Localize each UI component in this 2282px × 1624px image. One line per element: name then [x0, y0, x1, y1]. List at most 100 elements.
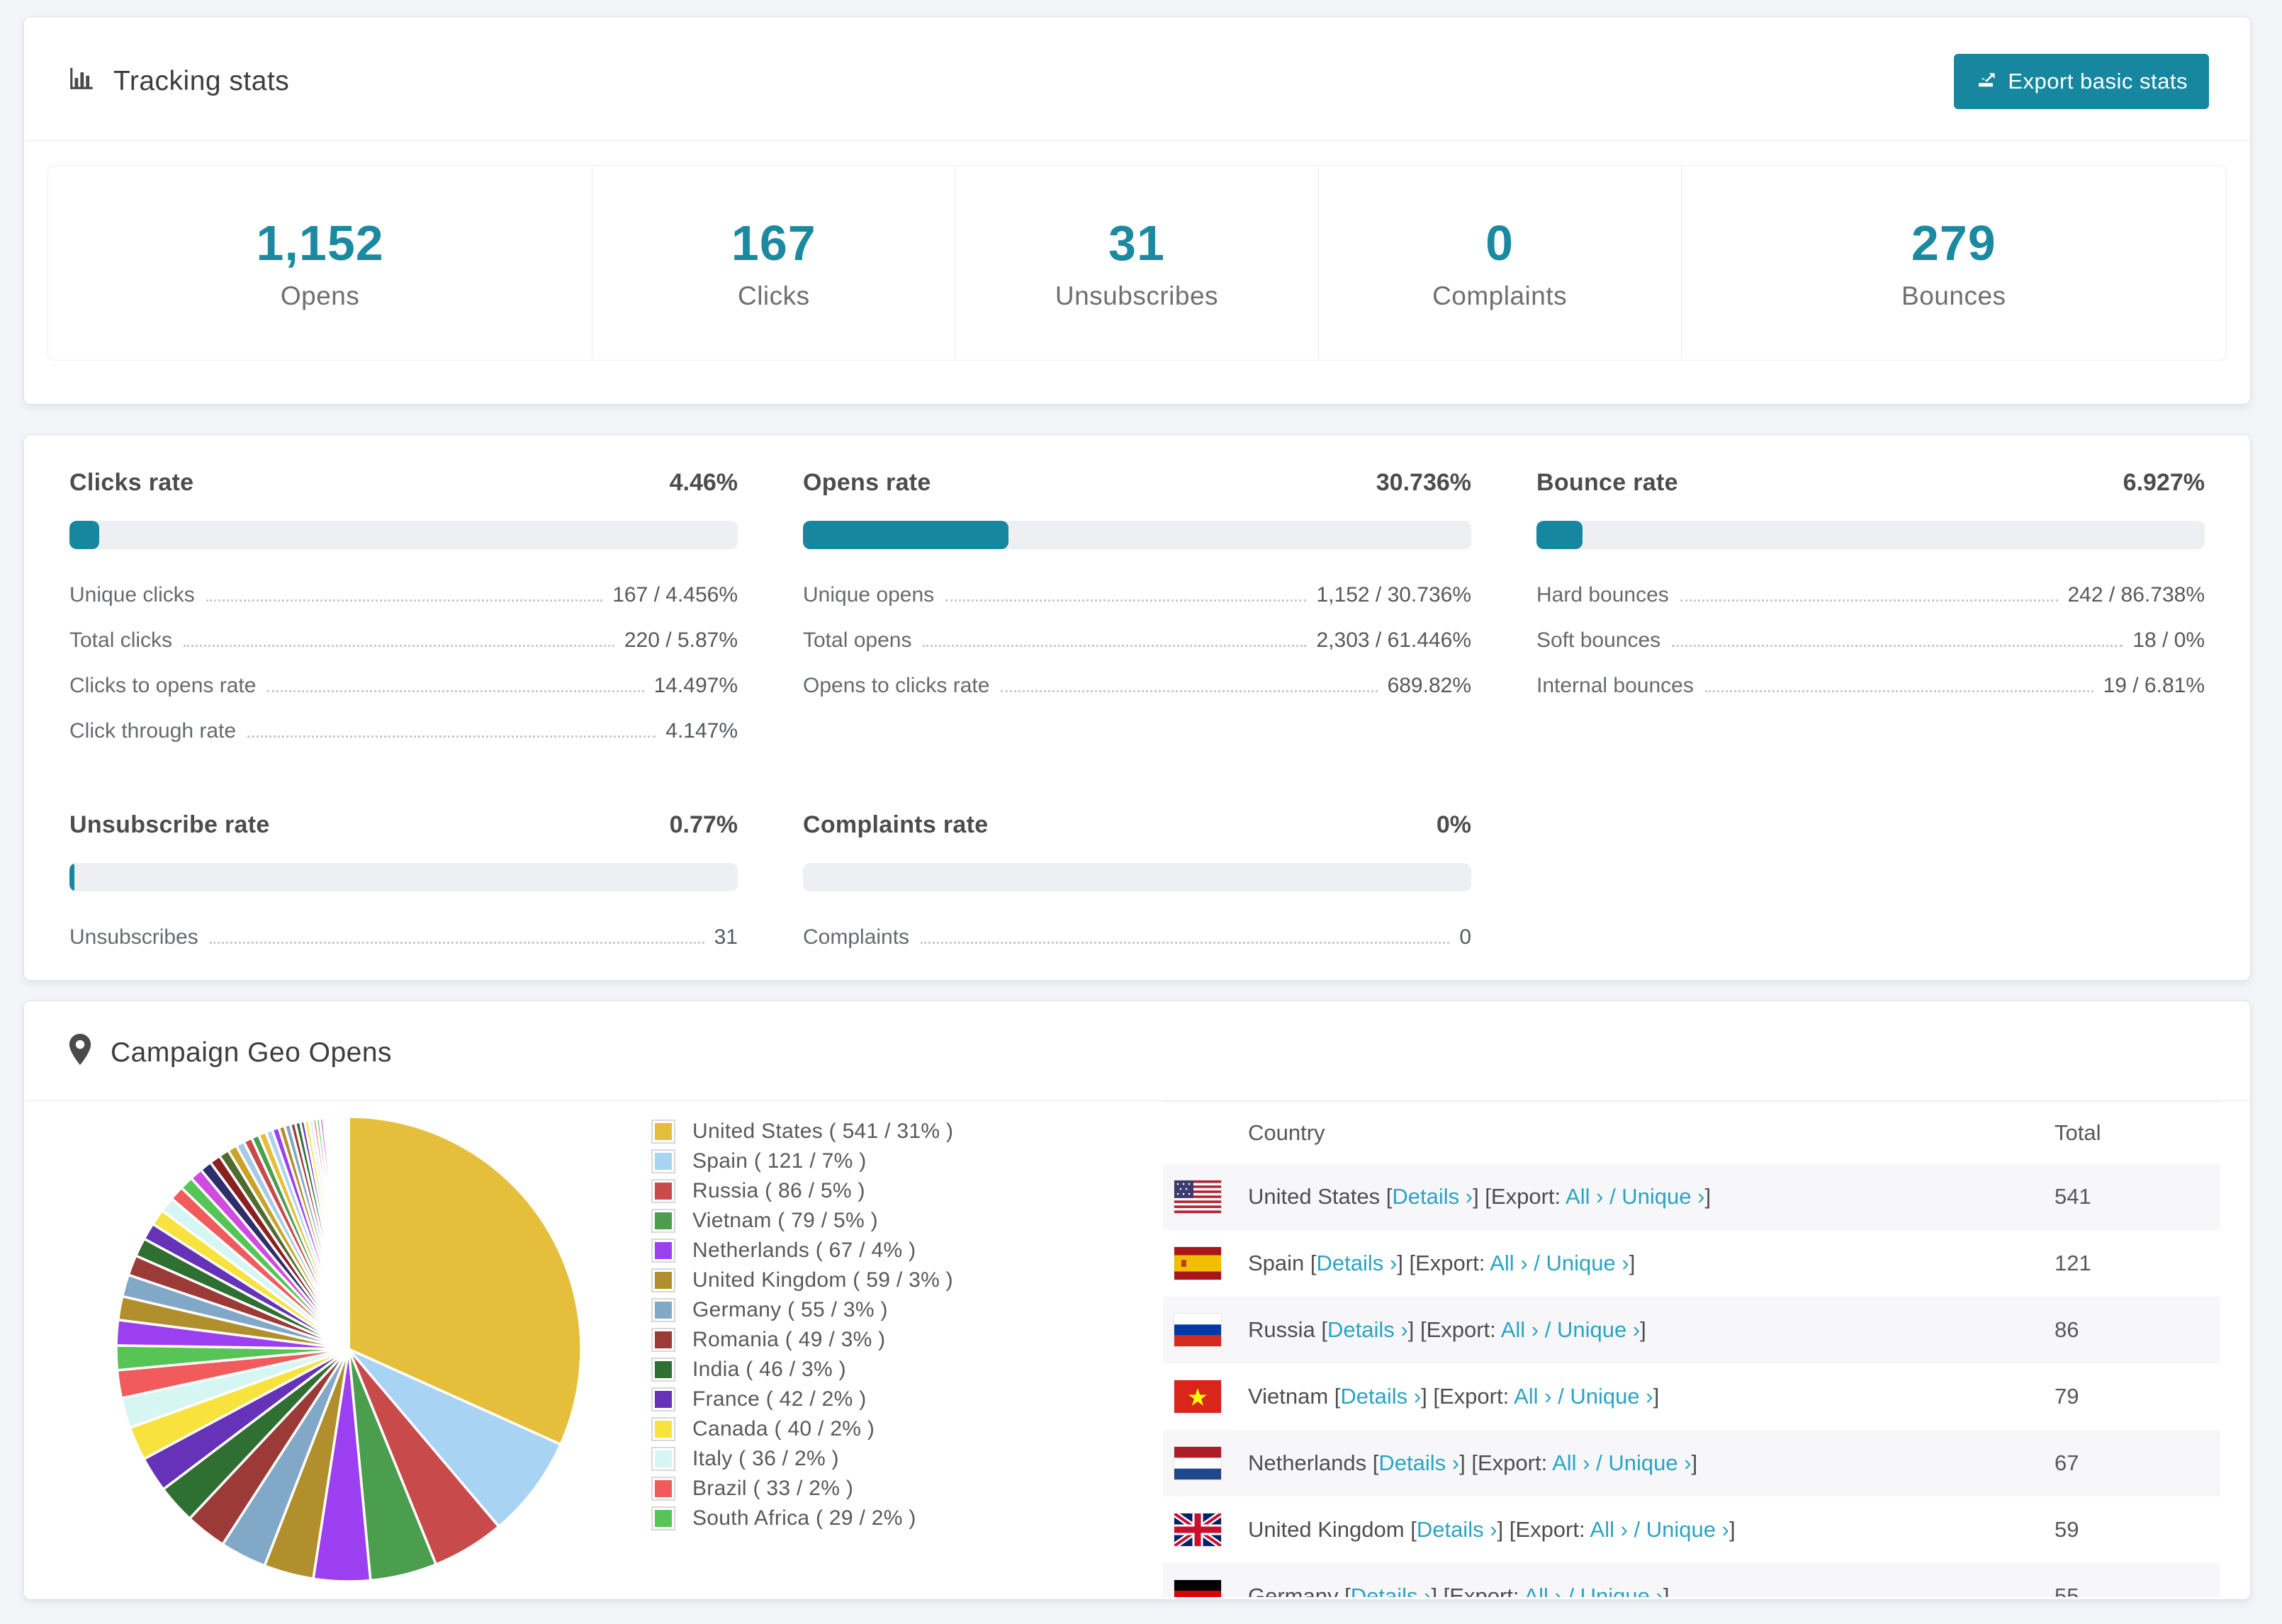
stat-unsubscribes: 31 Unsubscribes — [955, 166, 1319, 360]
opens-rate-title: Opens rate — [803, 469, 931, 496]
legend-item: France ( 42 / 2% ) — [651, 1385, 953, 1414]
clicks-rate-value: 4.46% — [669, 469, 738, 496]
stat-opens: 1,152 Opens — [48, 166, 593, 360]
flag-united-states-icon — [1174, 1180, 1221, 1213]
country-total: 67 — [2055, 1450, 2079, 1475]
legend-item: Brazil ( 33 / 2% ) — [651, 1474, 953, 1504]
bounce-rate-title: Bounce rate — [1536, 469, 1678, 496]
country-total: 59 — [2055, 1517, 2079, 1542]
unsubscribes-count: 31 — [1108, 215, 1165, 271]
geo-opens-title: Campaign Geo Opens — [111, 1037, 393, 1068]
flag-spain-icon — [1174, 1247, 1221, 1280]
table-row: Netherlands [Details ›] [Export: All › /… — [1163, 1430, 2220, 1496]
legend-item: Netherlands ( 67 / 4% ) — [651, 1236, 953, 1265]
flag-united-kingdom-icon — [1174, 1513, 1221, 1546]
bounce-rate-block: Bounce rate 6.927% Hard bounces 242 / 86.… — [1536, 469, 2205, 697]
stat-complaints: 0 Complaints — [1319, 166, 1682, 360]
export-all-link[interactable]: All › — [1524, 1584, 1561, 1597]
page-title: Tracking stats — [113, 66, 290, 96]
table-row: Russia [Details ›] [Export: All › / Uniq… — [1163, 1297, 2220, 1363]
export-all-link[interactable]: All › — [1490, 1251, 1527, 1275]
flag-russia-icon — [1174, 1314, 1221, 1346]
export-icon — [1975, 68, 1996, 95]
legend-item: Spain ( 121 / 7% ) — [651, 1146, 953, 1176]
export-unique-link[interactable]: Unique › — [1570, 1384, 1653, 1409]
complaints-rate-progressbar — [803, 863, 1471, 891]
details-link[interactable]: Details › — [1327, 1317, 1408, 1342]
export-unique-link[interactable]: Unique › — [1608, 1450, 1691, 1475]
legend-item: Italy ( 36 / 2% ) — [651, 1444, 953, 1474]
opens-rate-progressbar — [803, 521, 1471, 549]
country-total: 55 — [2055, 1584, 2079, 1597]
tracking-stats-card: Tracking stats Export basic stats 1,152 … — [23, 16, 2251, 405]
complaints-rate-value: 0% — [1436, 811, 1471, 838]
clicks-rate-block: Clicks rate 4.46% Unique clicks 167 / 4.4… — [69, 469, 738, 743]
geo-opens-title-row: Campaign Geo Opens — [68, 1034, 392, 1072]
details-link[interactable]: Details › — [1378, 1450, 1459, 1475]
country-name: United Kingdom — [1248, 1517, 1405, 1542]
tracking-stats-header: Tracking stats Export basic stats — [24, 17, 2250, 141]
details-link[interactable]: Details › — [1392, 1184, 1473, 1209]
opens-rate-block: Opens rate 30.736% Unique opens 1,152 / 3… — [803, 469, 1471, 697]
table-row: United Kingdom [Details ›] [Export: All … — [1163, 1496, 2220, 1563]
export-basic-stats-button[interactable]: Export basic stats — [1954, 54, 2209, 109]
unsubscribe-rate-progressbar — [69, 863, 738, 891]
country-total: 541 — [2055, 1184, 2091, 1209]
clicks-rate-progressbar — [69, 521, 738, 549]
legend-item: United Kingdom ( 59 / 3% ) — [651, 1265, 953, 1295]
stat-bounces: 279 Bounces — [1901, 215, 2006, 310]
table-row: Spain [Details ›] [Export: All › / Uniqu… — [1163, 1230, 2220, 1297]
table-row: United States [Details ›] [Export: All ›… — [1163, 1163, 2220, 1230]
export-all-link[interactable]: All › — [1552, 1450, 1590, 1475]
flag-vietnam-icon — [1174, 1380, 1221, 1413]
export-unique-link[interactable]: Unique › — [1546, 1251, 1629, 1275]
opens-rate-value: 30.736% — [1376, 469, 1471, 496]
details-link[interactable]: Details › — [1340, 1384, 1421, 1409]
table-row: Vietnam [Details ›] [Export: All › / Uni… — [1163, 1363, 2220, 1430]
legend-item: South Africa ( 29 / 2% ) — [651, 1504, 953, 1533]
export-unique-link[interactable]: Unique › — [1621, 1184, 1704, 1209]
geo-opens-table: Country Total United States [Details ›] … — [1163, 1101, 2220, 1597]
clicks-count: 167 — [731, 215, 816, 271]
export-all-link[interactable]: All › — [1501, 1317, 1539, 1342]
unsubscribe-rate-title: Unsubscribe rate — [69, 811, 270, 838]
country-name: Spain — [1248, 1251, 1305, 1275]
stat-clicks: 167 Clicks — [592, 166, 956, 360]
country-column-header: Country — [1248, 1120, 1325, 1145]
export-all-link[interactable]: All › — [1514, 1384, 1551, 1409]
flag-germany-icon — [1174, 1580, 1221, 1597]
export-all-link[interactable]: All › — [1590, 1517, 1628, 1542]
country-total: 121 — [2055, 1251, 2091, 1275]
export-unique-link[interactable]: Unique › — [1580, 1584, 1663, 1597]
opens-count: 1,152 — [256, 215, 384, 271]
table-row: Germany [Details ›] [Export: All › / Uni… — [1163, 1563, 2220, 1597]
tracking-stats-title: Tracking stats — [68, 64, 289, 98]
clicks-rate-title: Clicks rate — [69, 469, 194, 496]
bounce-rate-progressbar — [1536, 521, 2205, 549]
export-unique-link[interactable]: Unique › — [1557, 1317, 1640, 1342]
map-pin-icon — [68, 1034, 92, 1072]
details-link[interactable]: Details › — [1351, 1584, 1432, 1597]
country-name: Netherlands — [1248, 1450, 1367, 1475]
flag-netherlands-icon — [1174, 1447, 1221, 1479]
unsubscribe-rate-value: 0.77% — [669, 811, 738, 838]
complaints-count: 0 — [1485, 215, 1514, 271]
rates-card: Clicks rate 4.46% Unique clicks 167 / 4.4… — [23, 434, 2251, 981]
export-unique-link[interactable]: Unique › — [1646, 1517, 1729, 1542]
geo-opens-pie-chart — [108, 1108, 590, 1590]
legend-item: United States ( 541 / 31% ) — [651, 1117, 953, 1146]
total-column-header: Total — [2055, 1120, 2101, 1145]
legend-item: Russia ( 86 / 5% ) — [651, 1176, 953, 1206]
complaints-rate-block: Complaints rate 0% Complaints 0 — [803, 811, 1471, 949]
table-header-row: Country Total — [1163, 1101, 2220, 1163]
legend-item: Germany ( 55 / 3% ) — [651, 1295, 953, 1325]
details-link[interactable]: Details › — [1317, 1251, 1398, 1275]
campaign-geo-opens-card: Campaign Geo Opens United States ( 541 /… — [23, 1000, 2251, 1600]
country-name: Vietnam — [1248, 1384, 1329, 1409]
details-link[interactable]: Details › — [1417, 1517, 1497, 1542]
bar-chart-icon — [68, 64, 95, 98]
export-all-link[interactable]: All › — [1566, 1184, 1603, 1209]
country-name: Germany — [1248, 1584, 1339, 1597]
country-name: United States — [1248, 1184, 1381, 1209]
legend-item: Romania ( 49 / 3% ) — [651, 1325, 953, 1355]
